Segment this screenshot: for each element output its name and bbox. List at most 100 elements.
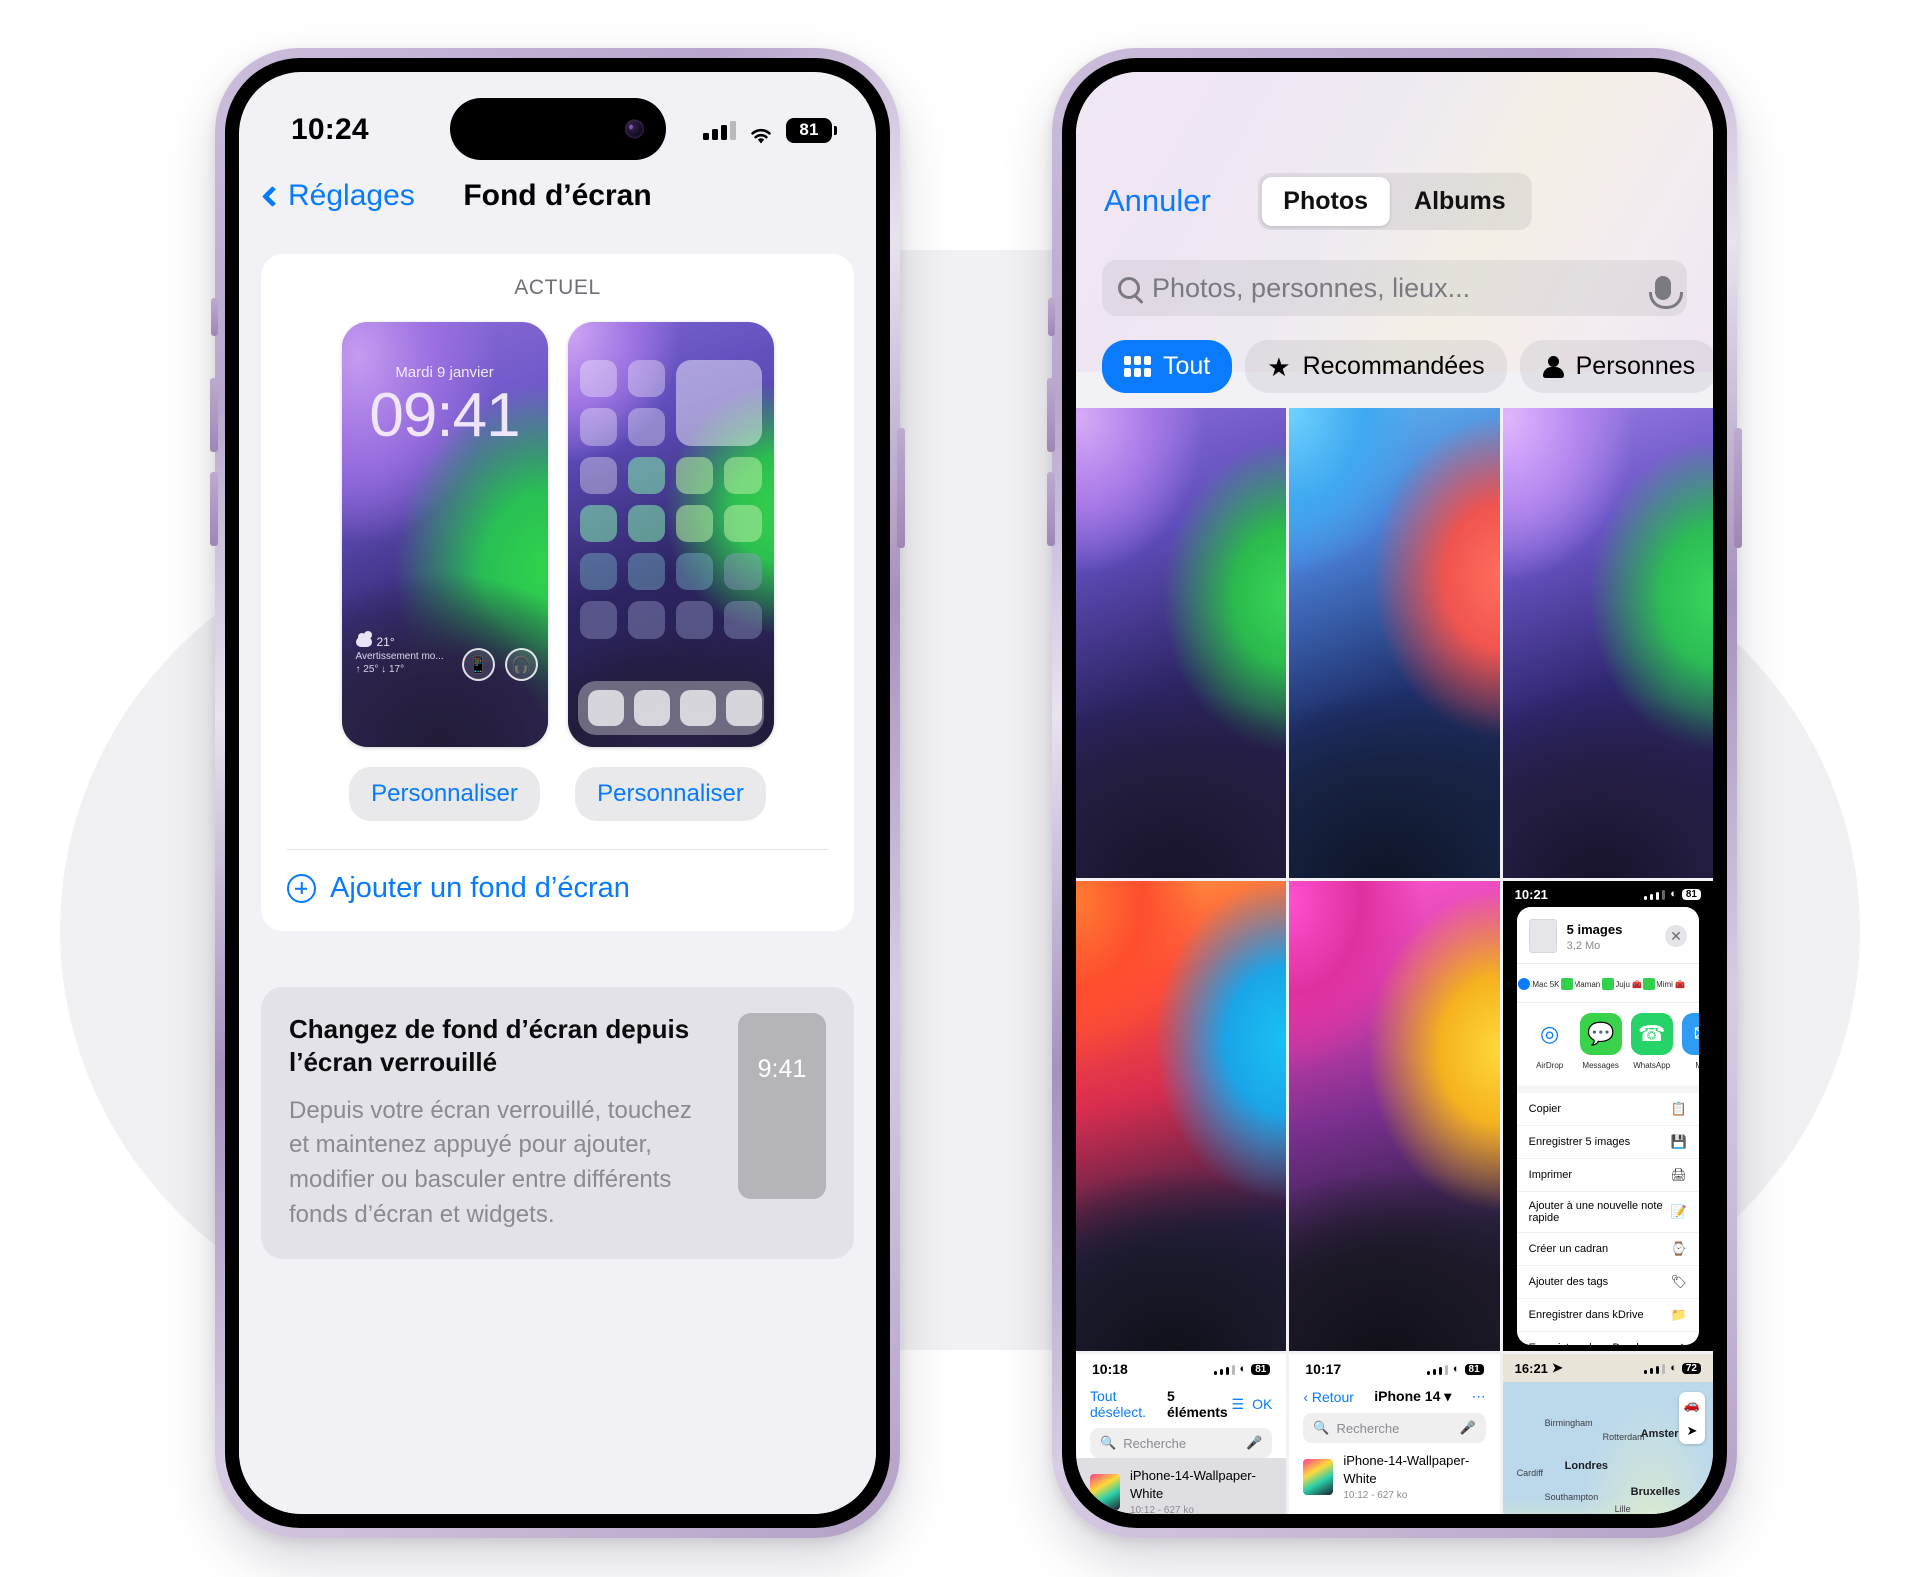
cloud-icon	[355, 631, 372, 647]
map-canvas[interactable]: M a n c h e Birmingham Cardiff Londres S…	[1502, 1382, 1713, 1514]
headphones-icon[interactable]: 🎧	[504, 648, 538, 681]
chip-label: Tout	[1163, 352, 1211, 380]
customize-home-button[interactable]: Personnaliser	[575, 767, 766, 821]
lock-quick-actions: 📱 🎧	[461, 648, 538, 681]
tip-text: Changez de fond d’écran depuis l’écran v…	[289, 1013, 716, 1233]
file-row[interactable]: iPhone-14-Wallpaper-Red 10:12 - 618 ko	[1289, 1510, 1499, 1514]
search-bar[interactable]: Photos, personnes, lieux...	[1102, 260, 1687, 316]
microphone-icon[interactable]: 🎤	[1459, 1420, 1475, 1436]
mute-switch[interactable]	[1048, 298, 1055, 336]
app-icon	[627, 408, 665, 446]
copy-icon: 📋	[1670, 1101, 1687, 1116]
share-app[interactable]: ☎ WhatsApp	[1630, 1013, 1673, 1073]
tab-photos[interactable]: Photos	[1261, 176, 1391, 226]
back-button[interactable]: Réglages	[261, 179, 415, 213]
share-target[interactable]: iMac 5K	[1516, 974, 1562, 992]
chip-label: Recommandées	[1302, 352, 1485, 380]
photo-thumbnail[interactable]	[1502, 408, 1713, 878]
action-label: Enregistrer dans kDrive	[1528, 1309, 1644, 1321]
navigation-arrow-icon[interactable]: ➤	[1679, 1418, 1705, 1444]
share-action-row[interactable]: Imprimer 🖨	[1516, 1159, 1699, 1192]
share-target[interactable]: Maman	[1558, 974, 1603, 992]
add-wallpaper-row[interactable]: Ajouter un fond d’écran	[261, 850, 854, 931]
photo-thumbnail-files-browse[interactable]: 10:17 ◐ 81 ‹ Retour iPhone 14 ▾ ⋯ 🔍 Rech…	[1289, 1354, 1500, 1514]
map-label: Cardiff	[1516, 1468, 1544, 1478]
dock-app-icon	[725, 690, 762, 726]
power-button[interactable]	[1734, 428, 1742, 548]
app-icon	[676, 601, 714, 639]
flashlight-icon[interactable]: 📱	[461, 648, 495, 681]
chevron-left-icon	[261, 185, 284, 207]
back-button[interactable]: ‹ Retour	[1303, 1389, 1354, 1405]
chip-recommandees[interactable]: ★ Recommandées	[1245, 340, 1507, 393]
share-target[interactable]: Mimi 🧰	[1641, 974, 1687, 992]
weather-desc: Avertissement mo...	[355, 651, 444, 662]
power-button[interactable]	[897, 428, 905, 548]
share-app[interactable]: ◎ AirDrop	[1528, 1013, 1571, 1073]
chip-tout[interactable]: Tout	[1102, 340, 1233, 393]
app-icon	[579, 553, 617, 591]
search-placeholder: Recherche	[1336, 1420, 1400, 1436]
app-icon	[579, 504, 617, 542]
cellular-bars-icon	[1213, 1364, 1235, 1375]
share-action-row[interactable]: Ajouter à une nouvelle note rapide 📝	[1516, 1192, 1699, 1233]
share-action-row[interactable]: Enregistrer 5 images 💾	[1516, 1126, 1699, 1159]
app-icon	[579, 601, 617, 639]
battery-icon: 81	[786, 117, 837, 143]
volume-down-button[interactable]	[1047, 472, 1055, 546]
app-icon	[724, 601, 762, 639]
page-title: Fond d’écran	[463, 179, 652, 212]
ellipsis-circle-icon[interactable]: ⋯	[1472, 1388, 1486, 1405]
file-row[interactable]: iPhone-14-Wallpaper-White 10:12 - 627 ko	[1076, 1458, 1287, 1514]
photo-grid: 10:21 ◐ 81 5 images 3,2 Mo ✕ iMac 5K Mam…	[1076, 408, 1713, 1514]
settings-content: ACTUEL Mardi 9 janvier 09:41 21° Avertis…	[239, 234, 876, 1514]
photo-thumbnail-files-selection[interactable]: 10:18 ◐ 81 Tout désélect. 5 éléments ☰ O…	[1076, 1354, 1287, 1514]
screenshot-stage: 10:24 81 Réglages Fond d’écran ACTUEL Ma…	[0, 0, 1920, 1577]
list-icon[interactable]: ☰	[1232, 1396, 1245, 1413]
file-name: iPhone-14-Wallpaper-White	[1343, 1453, 1470, 1486]
photo-thumbnail[interactable]	[1289, 881, 1500, 1351]
cancel-button[interactable]: Annuler	[1104, 183, 1211, 219]
photo-thumbnail[interactable]	[1076, 408, 1287, 878]
home-screen-preview[interactable]	[567, 322, 774, 747]
photo-thumbnail[interactable]	[1076, 881, 1287, 1351]
file-row[interactable]: iPhone-14-Wallpaper-White 10:12 - 627 ko	[1289, 1443, 1499, 1510]
tab-albums[interactable]: Albums	[1392, 177, 1528, 226]
photo-thumbnail-share-sheet[interactable]: 10:21 ◐ 81 5 images 3,2 Mo ✕ iMac 5K Mam…	[1502, 881, 1713, 1351]
files-search-field[interactable]: 🔍 Recherche 🎤	[1090, 1428, 1273, 1458]
mute-switch[interactable]	[211, 298, 218, 336]
microphone-icon[interactable]: 🎤	[1246, 1435, 1262, 1451]
volume-up-button[interactable]	[210, 378, 218, 452]
map-controls[interactable]: 🚗 ➤	[1678, 1392, 1705, 1444]
tip-title: Changez de fond d’écran depuis l’écran v…	[289, 1014, 690, 1078]
photo-thumbnail[interactable]	[1289, 408, 1500, 878]
file-name: iPhone-14-Wallpaper-White	[1130, 1468, 1256, 1501]
car-icon[interactable]: 🚗	[1679, 1392, 1705, 1418]
chip-personnes[interactable]: Personnes	[1519, 340, 1713, 393]
share-app[interactable]: ✉ Mail	[1681, 1013, 1699, 1073]
close-icon[interactable]: ✕	[1664, 925, 1687, 947]
share-action-row[interactable]: Ajouter des tags 🏷	[1516, 1266, 1699, 1299]
add-wallpaper-label: Ajouter un fond d’écran	[330, 872, 630, 904]
files-search-field[interactable]: 🔍 Recherche 🎤	[1303, 1413, 1486, 1443]
segmented-control[interactable]: Photos Albums	[1257, 172, 1532, 230]
battery-icon: 72	[1681, 1362, 1701, 1374]
share-action-row[interactable]: Créer un cadran ⌚	[1516, 1233, 1699, 1266]
deselect-all-button[interactable]: Tout désélect.	[1090, 1388, 1167, 1420]
share-action-row[interactable]: Enregistrer dans Dropbox ◆	[1517, 1332, 1699, 1345]
volume-up-button[interactable]	[1047, 378, 1055, 452]
search-input[interactable]: Photos, personnes, lieux...	[1152, 273, 1643, 304]
share-app[interactable]: 💬 Messages	[1579, 1013, 1622, 1073]
share-action-row[interactable]: Copier 📋	[1516, 1093, 1699, 1126]
customize-lock-button[interactable]: Personnaliser	[349, 767, 540, 821]
app-icon	[724, 504, 762, 542]
volume-down-button[interactable]	[210, 472, 218, 546]
lock-screen-preview[interactable]: Mardi 9 janvier 09:41 21° Avertissement …	[341, 322, 548, 747]
share-target-label: iMac 5K	[1530, 980, 1560, 989]
dynamic-island	[449, 98, 666, 160]
microphone-icon[interactable]	[1649, 276, 1683, 309]
file-meta: 10:12 - 627 ko	[1343, 1490, 1408, 1501]
ok-button[interactable]: OK	[1252, 1396, 1272, 1412]
photo-thumbnail-map[interactable]: 16:21➤ ◐ 72 M a n c h e Birmingham	[1502, 1354, 1713, 1514]
share-action-row[interactable]: Enregistrer dans kDrive 📁	[1516, 1299, 1699, 1332]
